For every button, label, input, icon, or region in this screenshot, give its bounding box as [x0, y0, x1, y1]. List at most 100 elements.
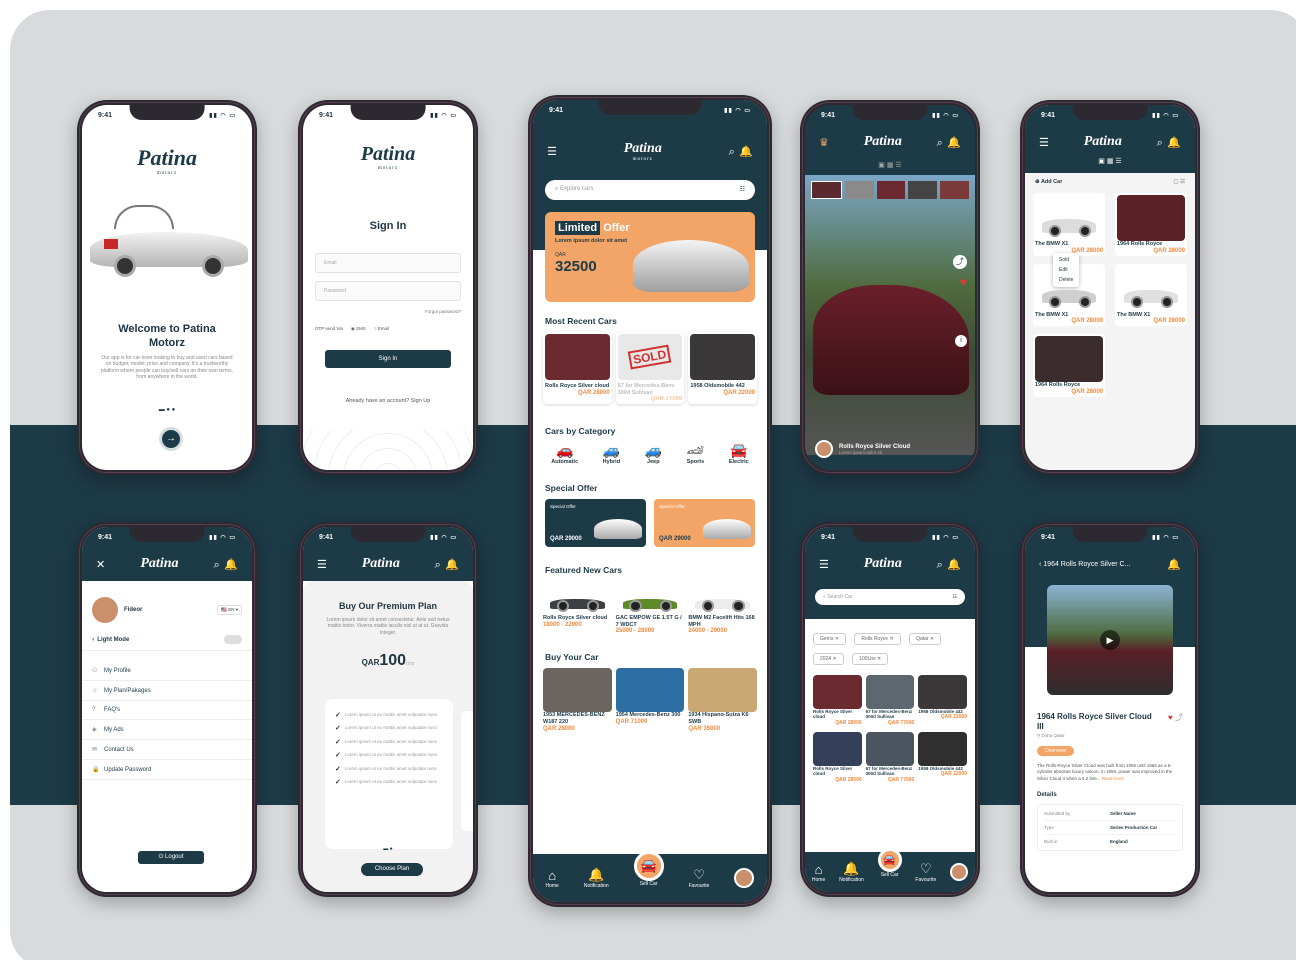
featured-car-card[interactable]: BMW M2 Facelift Hits 168 MPH 24000 - 290… [688, 581, 757, 634]
nav-sell-car[interactable]: 🚘 Sell Car [877, 848, 902, 878]
menu-my-profile[interactable]: ⚇ My Profile [82, 661, 252, 681]
view-toggle-icons[interactable]: ▣ ▦ ☰ [805, 161, 975, 169]
mycar-card[interactable]: The BMW X1 QAR 28000 [1115, 263, 1187, 327]
filter-chip[interactable]: 100Lbs ✕ [852, 653, 889, 665]
otp-sms-radio[interactable]: ◉ SMS [351, 326, 366, 332]
featured-car-card[interactable]: Rolls Royce Silver cloud 18000 - 22000 [543, 581, 612, 634]
limited-offer-banner[interactable]: Limited Offer Lorem ipsum dolor sit amet… [545, 212, 755, 302]
result-card[interactable]: 67 for Mercedes-Benz 300d Sullivan QAR 77… [865, 675, 915, 726]
info-icon[interactable]: i [955, 335, 967, 347]
menu-faq[interactable]: ? FAQ's [82, 701, 252, 720]
forgot-password-link[interactable]: Forgot password? [315, 309, 461, 314]
menu-sold[interactable]: Sold [1059, 255, 1073, 265]
result-card[interactable]: 67 for Mercedes-Benz 300d Sullivan QAR 77… [865, 731, 915, 783]
bell-icon[interactable]: 🔔 [445, 559, 459, 571]
nav-notification[interactable]: 🔔 Notification [584, 867, 609, 889]
bell-icon[interactable]: 🔔 [739, 146, 753, 158]
category-automatic[interactable]: 🚗 Automatic [551, 442, 578, 465]
otp-email-radio[interactable]: ○ Email [374, 326, 389, 332]
password-field[interactable]: Password [315, 281, 461, 301]
nav-profile[interactable] [950, 863, 969, 881]
heart-icon[interactable]: ♥ [960, 275, 967, 289]
filter-chip[interactable]: 2024 ✕ [813, 653, 844, 665]
add-car-button[interactable]: ⊕ Add Car [1035, 179, 1062, 185]
logout-button[interactable]: ⏻ Logout [138, 851, 204, 864]
result-card[interactable]: Rolls Royce Silver cloud QAR 28000 [813, 675, 862, 726]
tab-overview[interactable]: Overview [1037, 746, 1074, 757]
home-search-bar[interactable]: ⌕ Explore cars ☷ [545, 180, 755, 200]
search-icon[interactable]: ⌕ [729, 146, 735, 158]
recent-car-card[interactable]: SOLD 67 for Mercedes-Benz 300d Sullivan … [616, 332, 685, 404]
special-offer-card[interactable]: Special Offer QAR 29000 [654, 499, 755, 548]
bell-icon[interactable]: 🔔 [1167, 137, 1181, 149]
bell-icon[interactable]: 🔔 [947, 137, 961, 149]
view-toggle-icons[interactable]: ▣ ▦ ☰ [1025, 157, 1195, 165]
result-card[interactable]: 1958 Oldsmobile 442 QAR 22000 [918, 731, 967, 783]
nav-home[interactable]: ⌂ Home [812, 862, 825, 883]
filter-chip[interactable]: Qatar ✕ [909, 633, 942, 645]
featured-car-card[interactable]: GAC EMPOW GE 1.5T G / 7 WDCT 25000 - 280… [616, 581, 685, 634]
nav-sell-car[interactable]: 🚘 Sell Car [633, 851, 664, 887]
next-plan-card[interactable] [461, 711, 473, 831]
menu-my-ads[interactable]: ◈ My Ads [82, 720, 252, 740]
menu-update-password[interactable]: 🔒 Update Password [82, 760, 252, 780]
signin-button[interactable]: Sign In [325, 350, 451, 368]
buy-car-card[interactable]: 1954 Mercedes-Benz 300 QAR 71000 [615, 668, 685, 731]
bell-icon[interactable]: 🔔 [1167, 558, 1181, 571]
play-icon[interactable]: ▶ [1100, 630, 1120, 650]
mycar-card[interactable]: The BMW X1 QAR 28000 Sold Edit Delete [1033, 193, 1105, 287]
language-select[interactable]: 🇺🇸 EN ▾ [217, 605, 242, 615]
recent-car-card[interactable]: Rolls Royce Silver cloud QAR 28000 [543, 332, 612, 404]
plan-card[interactable]: ✓ Lorem ipsum ut eu mattis amet vulputate… [325, 699, 453, 849]
mycar-card[interactable]: 1964 Rolls Royce QAR 28000 [1033, 334, 1105, 397]
search-icon[interactable]: ⌕ [435, 559, 441, 571]
bell-icon[interactable]: 🔔 [947, 559, 961, 571]
filter-icon[interactable]: ☷ [740, 186, 745, 194]
menu-icon[interactable]: ☰ [547, 145, 557, 158]
email-field[interactable]: Email [315, 253, 461, 273]
next-arrow-button[interactable]: → [159, 427, 183, 451]
light-mode-toggle[interactable] [224, 635, 242, 644]
filter-chip[interactable]: Rolls Royce ✕ [854, 633, 901, 645]
recent-car-card[interactable]: 1958 Oldsmobile 442 QAR 22000 [688, 332, 757, 404]
nav-home[interactable]: ⌂ Home [546, 868, 559, 889]
search-input[interactable]: ⌕ Search Car ☷ [815, 589, 965, 605]
menu-icon[interactable]: ☰ [819, 558, 829, 571]
close-icon[interactable]: ✕ [96, 558, 105, 571]
heart-icon[interactable]: ♥ [1168, 713, 1173, 722]
profile-summary[interactable]: Fideor 🇺🇸 EN ▾ [82, 581, 252, 629]
menu-contact-us[interactable]: ✉ Contact Us [82, 740, 252, 760]
nav-profile[interactable] [734, 868, 755, 888]
special-offer-card[interactable]: Special Offer QAR 29000 [545, 499, 646, 548]
layout-icons[interactable]: ▢ ☰ [1173, 179, 1185, 185]
result-card[interactable]: 1958 Oldsmobile 442 QAR 22000 [918, 675, 967, 726]
choose-plan-button[interactable]: Choose Plan [361, 863, 423, 876]
buy-car-card[interactable]: 1953 MERCEDES-BENZ W187 220 QAR 28000 [543, 668, 612, 732]
share-icon[interactable]: ⤴ [953, 255, 967, 269]
category-electric[interactable]: 🚘 Electric [729, 442, 749, 465]
thumbnail-strip[interactable] [811, 181, 969, 199]
category-hybrid[interactable]: 🚙 Hybrid [603, 442, 620, 465]
result-card[interactable]: Rolls Royce Silver cloud QAR 28000 [813, 731, 862, 783]
category-sports[interactable]: 🏎 Sports [687, 442, 705, 465]
nav-favourite[interactable]: ♡ Favourite [915, 861, 936, 883]
bell-icon[interactable]: 🔔 [224, 559, 238, 571]
buy-car-card[interactable]: 1934 Hispano-Suiza K6 SWB QAR 35000 [688, 668, 758, 732]
search-icon[interactable]: ⌕ [214, 559, 220, 571]
crown-icon[interactable]: ♛ [819, 136, 829, 149]
menu-icon[interactable]: ☰ [1039, 136, 1049, 149]
menu-my-plan[interactable]: ☆ My Plan/Pakages [82, 681, 252, 701]
share-icon[interactable]: ⤴ [1175, 713, 1183, 722]
read-more-link[interactable]: Read more [1102, 776, 1124, 781]
menu-icon[interactable]: ☰ [317, 558, 327, 571]
signup-link[interactable]: Already have an account? Sign Up [315, 398, 461, 404]
search-icon[interactable]: ⌕ [937, 137, 943, 149]
mycar-card[interactable]: The BMW X1 QAR 28000 [1033, 263, 1105, 327]
category-jeep[interactable]: 🚙 Jeep [645, 442, 662, 465]
filter-icon[interactable]: ☷ [953, 594, 957, 600]
search-icon[interactable]: ⌕ [937, 559, 943, 571]
nav-notification[interactable]: 🔔 Notification [839, 861, 864, 883]
mycar-card[interactable]: 1964 Rolls Royce QAR 28000 [1115, 193, 1187, 256]
search-icon[interactable]: ⌕ [1157, 137, 1163, 149]
nav-favourite[interactable]: ♡ Favourite [689, 867, 710, 889]
